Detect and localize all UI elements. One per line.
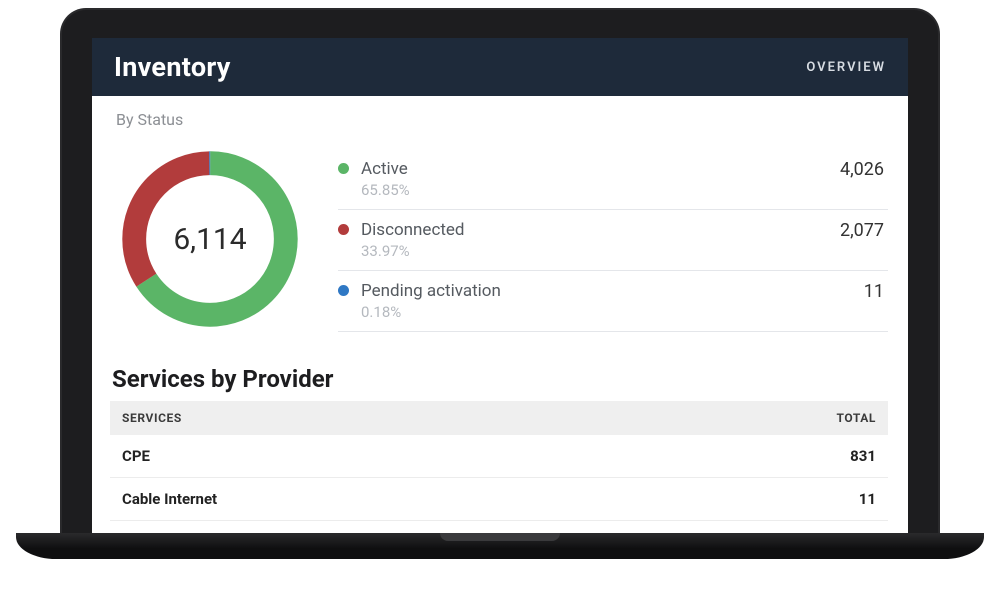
dot-icon — [338, 285, 349, 296]
status-legend: Active 65.85% 4,026 Disconnected — [338, 149, 888, 332]
legend-name: Active — [361, 159, 410, 179]
laptop-base — [16, 533, 984, 559]
content-area: By Status 6,114 — [92, 96, 908, 521]
by-status-row: 6,114 Active 65.85% 4,026 — [110, 139, 888, 339]
providers-table: SERVICES TOTAL CPE 831 Cable Internet 11 — [110, 401, 888, 521]
legend-pct: 0.18% — [361, 303, 501, 321]
service-total: 831 — [617, 435, 888, 478]
legend-name: Disconnected — [361, 220, 465, 240]
service-name-link[interactable]: Cable Internet — [110, 478, 617, 521]
col-total[interactable]: TOTAL — [617, 401, 888, 435]
donut-total: 6,114 — [110, 139, 310, 339]
legend-pct: 33.97% — [361, 242, 465, 260]
legend-count: 4,026 — [840, 159, 884, 180]
service-name: CPE — [110, 435, 617, 478]
table-row[interactable]: CPE 831 — [110, 435, 888, 478]
service-total: 11 — [617, 478, 888, 521]
app-screen: Inventory OVERVIEW By Status — [92, 38, 908, 533]
dot-icon — [338, 163, 349, 174]
legend-row-pending[interactable]: Pending activation 0.18% 11 — [338, 271, 888, 332]
overview-nav-link[interactable]: OVERVIEW — [806, 60, 886, 75]
laptop-bezel: Inventory OVERVIEW By Status — [60, 8, 940, 533]
legend-row-disconnected[interactable]: Disconnected 33.97% 2,077 — [338, 210, 888, 271]
legend-row-active[interactable]: Active 65.85% 4,026 — [338, 149, 888, 210]
legend-pct: 65.85% — [361, 181, 410, 199]
status-donut-chart: 6,114 — [110, 139, 310, 339]
dot-icon — [338, 224, 349, 235]
legend-count: 11 — [864, 281, 884, 302]
by-status-label: By Status — [116, 110, 888, 129]
app-header: Inventory OVERVIEW — [92, 38, 908, 96]
col-services[interactable]: SERVICES — [110, 401, 617, 435]
page-title: Inventory — [114, 51, 231, 83]
providers-heading: Services by Provider — [112, 365, 888, 393]
table-row[interactable]: Cable Internet 11 — [110, 478, 888, 521]
legend-count: 2,077 — [840, 220, 884, 241]
legend-name: Pending activation — [361, 281, 501, 301]
laptop-mockup: Inventory OVERVIEW By Status — [60, 8, 940, 559]
